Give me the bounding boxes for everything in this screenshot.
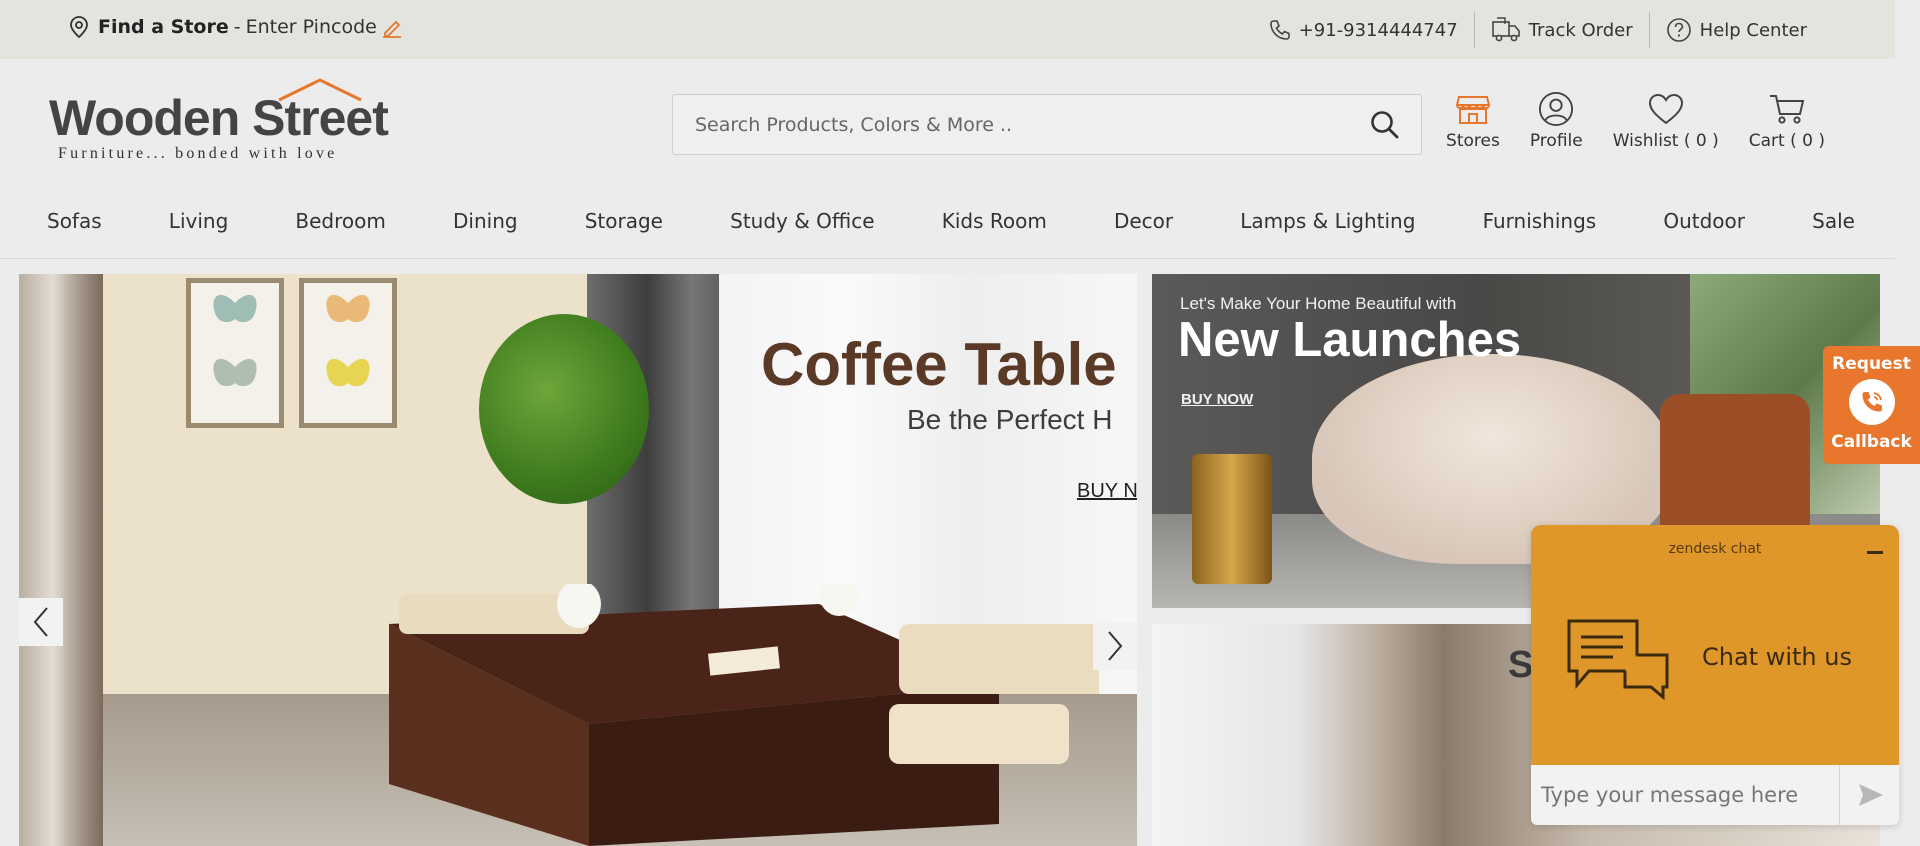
stores-button[interactable]: Stores: [1446, 91, 1500, 151]
nav-item-dining[interactable]: Dining: [453, 209, 518, 233]
request-callback-button[interactable]: Request Callback: [1823, 346, 1920, 464]
carousel-prev-button[interactable]: [19, 598, 63, 646]
nav-item-decor[interactable]: Decor: [1114, 209, 1173, 233]
top-utility-bar: Find a Store - Enter Pincode +91-9314444…: [0, 0, 1895, 59]
nav-item-storage[interactable]: Storage: [585, 209, 663, 233]
hero-subtitle: Be the Perfect H: [907, 404, 1113, 435]
nav-item-living[interactable]: Living: [169, 209, 228, 233]
nav-item-study-office[interactable]: Study & Office: [730, 209, 874, 233]
location-pin-icon: [70, 16, 88, 39]
search-input[interactable]: [695, 95, 1355, 154]
banner-image-side-table: [1192, 454, 1272, 584]
header-actions: Stores Profile Wishlist ( 0 ) Cart ( 0 ): [1416, 91, 1825, 151]
delivery-truck-icon: [1491, 17, 1520, 42]
chat-message-input[interactable]: [1541, 765, 1831, 825]
logo-wordmark: Wooden Street: [49, 90, 389, 146]
banner-image-armchair: [1660, 394, 1810, 544]
phone-number: +91-9314444747: [1298, 19, 1458, 41]
help-center-label: Help Center: [1699, 19, 1807, 41]
carousel-next-button[interactable]: [1093, 622, 1137, 670]
chat-bubbles-icon: [1567, 619, 1669, 701]
zendesk-chat-widget[interactable]: zendesk chat Chat with us: [1531, 525, 1899, 825]
phone-icon: [1269, 20, 1290, 40]
heart-icon: [1648, 93, 1683, 125]
help-center-link[interactable]: Help Center: [1650, 12, 1823, 48]
banner-image-curtain: [19, 274, 103, 846]
divider: [1839, 765, 1840, 825]
track-order-label: Track Order: [1528, 19, 1633, 41]
phone-link[interactable]: +91-9314444747: [1253, 12, 1474, 48]
edit-pencil-icon[interactable]: [381, 16, 403, 38]
profile-button[interactable]: Profile: [1530, 91, 1583, 151]
search-bar: [672, 94, 1422, 155]
pincode-label[interactable]: Enter Pincode: [246, 16, 377, 38]
butterfly-frame-image: [299, 278, 397, 428]
profile-label: Profile: [1529, 131, 1583, 151]
hero-title: Coffee Table: [761, 331, 1117, 398]
chat-input-bar: [1531, 765, 1899, 825]
shopping-cart-icon: [1769, 95, 1805, 124]
banner-image-plant: [479, 314, 649, 504]
nav-item-furnishings[interactable]: Furnishings: [1483, 209, 1597, 233]
wishlist-label: Wishlist ( 0 ): [1612, 131, 1719, 151]
nav-item-sofas[interactable]: Sofas: [47, 209, 102, 233]
chevron-left-icon: [33, 607, 48, 637]
callback-label-bottom: Callback: [1831, 432, 1912, 452]
secondary-promo-title: S: [1508, 644, 1534, 686]
user-profile-icon: [1539, 91, 1574, 127]
cart-label: Cart ( 0 ): [1748, 131, 1825, 151]
nav-item-kids-room[interactable]: Kids Room: [942, 209, 1047, 233]
new-launches-buy-now-link[interactable]: BUY NOW: [1181, 391, 1253, 408]
stores-label: Stores: [1446, 131, 1500, 151]
nav-item-outdoor[interactable]: Outdoor: [1663, 209, 1745, 233]
wooden-street-logo[interactable]: Wooden Street Furniture... bonded with l…: [49, 71, 389, 166]
chat-with-us-label[interactable]: Chat with us: [1702, 643, 1852, 671]
hero-banner[interactable]: Coffee Table Be the Perfect H BUY N: [19, 274, 1137, 846]
find-store-link[interactable]: Find a Store - Enter Pincode: [68, 15, 403, 39]
nav-item-bedroom[interactable]: Bedroom: [295, 209, 385, 233]
callback-phone-icon: [1849, 379, 1895, 425]
new-launches-title: New Launches: [1178, 313, 1522, 367]
new-launches-kicker: Let's Make Your Home Beautiful with: [1180, 294, 1457, 313]
separator-dash: -: [233, 16, 241, 38]
butterfly-frame-image: [186, 278, 284, 428]
help-question-icon: [1666, 18, 1691, 42]
chat-brand: zendesk chat: [1668, 541, 1762, 557]
logo-tagline: Furniture... bonded with love: [58, 145, 338, 162]
wishlist-button[interactable]: Wishlist ( 0 ): [1613, 91, 1719, 151]
nav-item-sale[interactable]: Sale: [1812, 209, 1855, 233]
utility-links: +91-9314444747 Track Order Help Center: [1253, 12, 1823, 48]
category-nav: Sofas Living Bedroom Dining Storage Stud…: [0, 190, 1895, 259]
cart-button[interactable]: Cart ( 0 ): [1749, 91, 1825, 151]
store-icon: [1455, 96, 1491, 124]
callback-label-top: Request: [1832, 354, 1911, 374]
find-store-label: Find a Store: [98, 16, 229, 38]
coffee-table-image: [389, 584, 1099, 846]
site-header: Wooden Street Furniture... bonded with l…: [0, 59, 1895, 179]
hero-buy-now-link[interactable]: BUY N: [1077, 480, 1137, 503]
track-order-link[interactable]: Track Order: [1475, 12, 1649, 48]
search-icon[interactable]: [1369, 109, 1401, 141]
chevron-right-icon: [1108, 631, 1123, 661]
nav-item-lamps-lighting[interactable]: Lamps & Lighting: [1240, 209, 1415, 233]
send-icon[interactable]: [1857, 782, 1885, 808]
minimize-icon[interactable]: [1867, 551, 1883, 554]
